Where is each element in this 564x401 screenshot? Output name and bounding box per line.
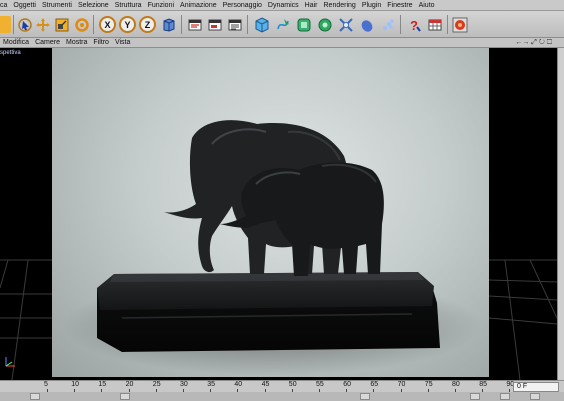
menu-item-rendering[interactable]: Rendering xyxy=(321,0,359,10)
timeline-tick-label: 70 xyxy=(397,381,406,388)
menu-item-selezione[interactable]: Selezione xyxy=(75,0,112,10)
viewport-menu-camere[interactable]: Camere xyxy=(32,38,63,48)
timeline-tick-label: 30 xyxy=(180,381,188,388)
timeline-tick-label: 20 xyxy=(125,381,134,388)
timeline-ruler[interactable]: 5 10 15 20 25 30 35 40 45 50 55 60 65 70 75 80 85 90 0 F xyxy=(0,380,564,393)
svg-text:?: ? xyxy=(410,18,418,33)
timeline-tick-label: 50 xyxy=(288,381,297,388)
scale-icon[interactable] xyxy=(53,16,70,33)
timeline-tick-label: 75 xyxy=(424,381,433,388)
scene-object-icon[interactable] xyxy=(358,16,375,33)
spline-pen-icon[interactable] xyxy=(274,16,291,33)
render-settings-icon[interactable] xyxy=(226,16,243,33)
array-modeling-icon[interactable] xyxy=(316,16,333,33)
coordinate-system-icon[interactable] xyxy=(160,16,177,33)
axis-x-lock-button[interactable]: X xyxy=(99,16,116,33)
toolbar-separator xyxy=(400,15,401,34)
tool-partial-icon[interactable] xyxy=(0,16,11,33)
viewport-menu-filtro[interactable]: Filtro xyxy=(90,38,112,48)
menu-item-plugin[interactable]: Plugin xyxy=(359,0,384,10)
help-icon[interactable]: ? xyxy=(405,16,422,33)
menu-item-personaggio[interactable]: Personaggio xyxy=(220,0,265,10)
live-select-icon[interactable] xyxy=(16,16,33,33)
timeline-tick-label: 45 xyxy=(261,381,270,388)
anim-control-button[interactable] xyxy=(470,393,480,400)
menu-item-strumenti[interactable]: Strumenti xyxy=(39,0,75,10)
move-icon[interactable] xyxy=(34,16,51,33)
elephant-sculpture-render xyxy=(62,120,482,376)
current-frame-field[interactable]: 0 F xyxy=(513,382,559,392)
toolbar-separator xyxy=(447,15,448,34)
menu-item-aiuto[interactable]: Aiuto xyxy=(416,0,438,10)
viewport-menu-bar: Modifica Camere Mostra Filtro Vista ←→ ⤢… xyxy=(0,38,564,48)
timeline-tick-label: 40 xyxy=(234,381,243,388)
timeline-tick-label: 65 xyxy=(370,381,379,388)
cube-primitive-icon[interactable] xyxy=(253,16,270,33)
deformer-icon[interactable] xyxy=(337,16,354,33)
anim-control-button[interactable] xyxy=(30,393,40,400)
menu-item-animazione[interactable]: Animazione xyxy=(177,0,220,10)
menu-item-dynamics[interactable]: Dynamics xyxy=(265,0,302,10)
menu-item-hair[interactable]: Hair xyxy=(302,0,321,10)
axis-z-lock-button[interactable]: Z xyxy=(139,16,156,33)
anim-control-button[interactable] xyxy=(120,393,130,400)
timeline-tick-label: 60 xyxy=(343,381,351,388)
menu-bar: ca Oggetti Strumenti Selezione Struttura… xyxy=(0,0,564,11)
toolbar-separator xyxy=(13,15,14,34)
toolbar-separator xyxy=(93,15,94,34)
menu-item-file[interactable]: ca xyxy=(0,0,10,10)
anim-control-button[interactable] xyxy=(360,393,370,400)
viewport-menu-mostra[interactable]: Mostra xyxy=(63,38,90,48)
viewport-menu-vista[interactable]: Vista xyxy=(112,38,133,48)
layout-grid-icon[interactable] xyxy=(426,16,443,33)
viewport-menu-modifica[interactable]: Modifica xyxy=(0,38,32,48)
toolbar-separator xyxy=(247,15,248,34)
animation-controls-bar xyxy=(0,392,564,401)
timeline-tick-label: 25 xyxy=(152,381,161,388)
rotate-icon[interactable] xyxy=(73,16,90,33)
viewport-3d[interactable]: spettiva xyxy=(0,48,557,380)
timeline-tick-label: 5 xyxy=(44,381,48,388)
rendered-image xyxy=(52,48,489,377)
particle-emitter-icon[interactable] xyxy=(379,16,396,33)
record-icon[interactable] xyxy=(451,16,468,33)
timeline-tick-label: 85 xyxy=(479,381,487,388)
anim-control-button[interactable] xyxy=(530,393,540,400)
timeline-tick-label: 55 xyxy=(316,381,324,388)
timeline-tick-label: 15 xyxy=(98,381,107,388)
viewport-nav-icons[interactable]: ←→ ⤢ ↻ ☐ xyxy=(515,38,552,48)
attribute-panel-edge[interactable] xyxy=(557,48,564,380)
menu-item-struttura[interactable]: Struttura xyxy=(112,0,145,10)
anim-control-button[interactable] xyxy=(500,393,510,400)
menu-item-oggetti[interactable]: Oggetti xyxy=(10,0,39,10)
render-view-icon[interactable] xyxy=(186,16,203,33)
main-toolbar: X Y Z ? xyxy=(0,11,564,38)
nurbs-icon[interactable] xyxy=(295,16,312,33)
render-picture-viewer-icon[interactable] xyxy=(206,16,223,33)
timeline-tick-label: 10 xyxy=(71,381,79,388)
timeline-tick-label: 80 xyxy=(452,381,460,388)
toolbar-separator xyxy=(181,15,182,34)
menu-item-finestre[interactable]: Finestre xyxy=(384,0,415,10)
axis-y-lock-button[interactable]: Y xyxy=(119,16,136,33)
axis-gizmo xyxy=(5,357,15,367)
menu-item-funzioni[interactable]: Funzioni xyxy=(145,0,177,10)
timeline-tick-label: 35 xyxy=(207,381,215,388)
